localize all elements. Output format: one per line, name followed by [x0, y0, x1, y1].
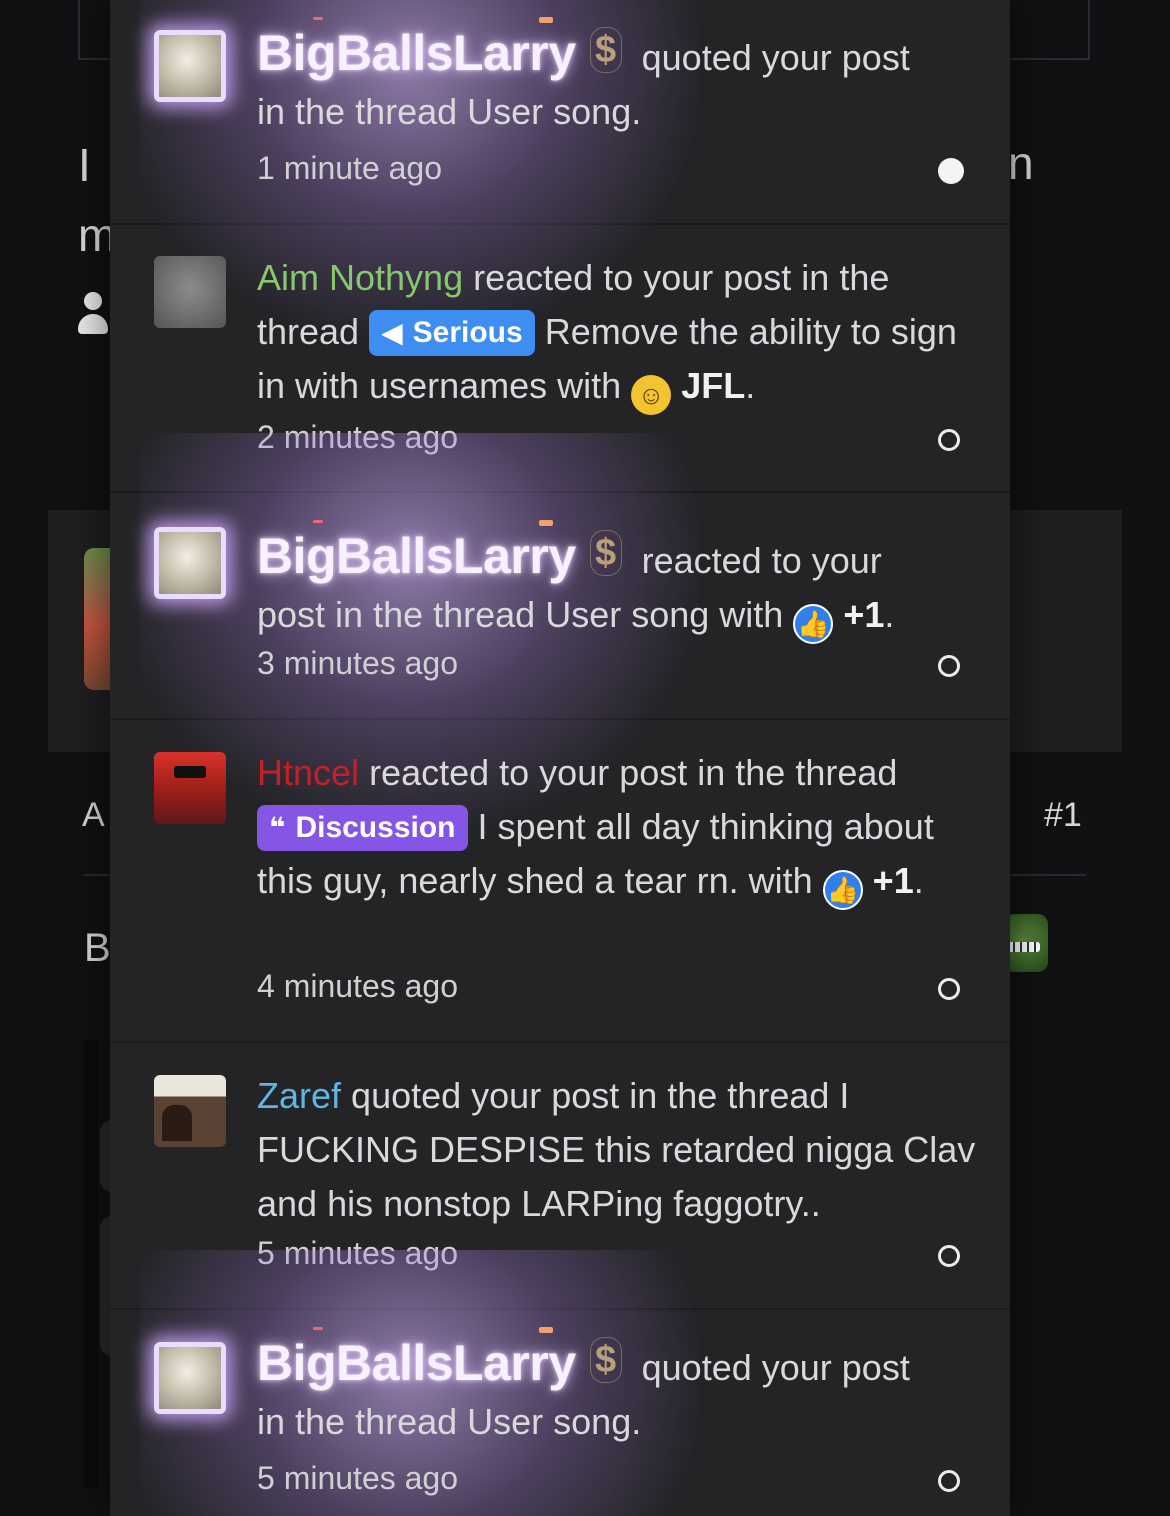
- notification-text: Htncel reacted to your post in the threa…: [257, 746, 977, 910]
- username-link[interactable]: BigBallsLarry: [257, 528, 576, 584]
- avatar[interactable]: [154, 527, 226, 599]
- background-title-fragment: n: [1008, 137, 1034, 189]
- background-title-fragment: I: [78, 139, 91, 191]
- notification-time: 5 minutes ago: [257, 1460, 459, 1496]
- notification-item[interactable]: BigBallsLarry $ reacted to your post in th…: [110, 433, 1010, 833]
- avatar[interactable]: [154, 752, 226, 824]
- thread-prefix-badge[interactable]: ◀ Serious: [369, 310, 535, 356]
- notification-text: Aim Nothyng reacted to your post in the …: [257, 251, 977, 415]
- notification-text: BigBallsLarry $ quoted your post in the th…: [257, 1336, 977, 1449]
- username-link[interactable]: BigBallsLarry: [257, 25, 576, 81]
- notification-item[interactable]: Aim Nothyng reacted to your post in the …: [110, 225, 1010, 493]
- pepe-emoji-icon: [1004, 914, 1048, 972]
- notification-time: 3 minutes ago: [257, 645, 459, 681]
- read-indicator-icon[interactable]: [938, 429, 960, 451]
- username-link[interactable]: Zaref: [257, 1075, 341, 1116]
- avatar[interactable]: [154, 256, 226, 328]
- notifications-popup[interactable]: BigBallsLarry $ quoted your post in the th…: [110, 0, 1010, 1516]
- dollar-badge-icon: $: [589, 27, 622, 73]
- notification-thread-link[interactable]: quoted your post in the thread I FUCKING…: [257, 1075, 975, 1224]
- notification-action: quoted your post: [641, 37, 910, 78]
- notification-action: reacted to your post in the thread: [369, 752, 898, 793]
- background-quote-bar: [84, 1040, 98, 1488]
- username-link[interactable]: Htncel: [257, 752, 359, 793]
- notification-with: with: [748, 860, 813, 901]
- username-link[interactable]: Aim Nothyng: [257, 257, 463, 298]
- background-post-number[interactable]: #1: [1044, 798, 1082, 832]
- avatar[interactable]: [154, 1075, 226, 1147]
- notification-item[interactable]: BigBallsLarry $ quoted your post in the th…: [110, 1250, 1010, 1516]
- notification-item[interactable]: Htncel reacted to your post in the threa…: [110, 720, 1010, 1043]
- read-indicator-icon[interactable]: [938, 1470, 960, 1492]
- avatar[interactable]: [154, 30, 226, 102]
- notification-time: 5 minutes ago: [257, 1235, 459, 1271]
- read-indicator-icon[interactable]: [938, 1245, 960, 1267]
- read-indicator-icon[interactable]: [938, 655, 960, 677]
- dollar-badge-icon: $: [589, 530, 622, 576]
- notification-item[interactable]: BigBallsLarry $ quoted your post in the th…: [110, 0, 1010, 340]
- user-icon: [76, 292, 110, 336]
- notification-thread-link[interactable]: Remove the ability to sign in with usern…: [257, 311, 957, 406]
- username-link[interactable]: BigBallsLarry: [257, 1335, 576, 1391]
- background-author-fragment: A: [82, 796, 105, 834]
- notification-thread-link[interactable]: post in the thread User song with: [257, 594, 783, 635]
- thumbs-up-icon: 👍: [822, 870, 863, 910]
- notification-action: reacted to your: [641, 540, 882, 581]
- thread-prefix-badge[interactable]: ❝ Discussion: [257, 805, 468, 851]
- reaction-label: +1: [872, 860, 914, 901]
- background-body-fragment: B: [84, 926, 111, 970]
- laughing-crying-icon: ☺: [631, 375, 672, 415]
- dollar-badge-icon: $: [589, 1337, 622, 1383]
- reaction-label: +1: [843, 594, 885, 635]
- notification-text: BigBallsLarry $ reacted to your post in th…: [257, 529, 977, 644]
- notification-time: 4 minutes ago: [257, 968, 459, 1004]
- unread-indicator-icon[interactable]: [938, 158, 964, 184]
- notification-thread-link[interactable]: in the thread User song.: [257, 91, 641, 132]
- megaphone-icon: ◀: [381, 317, 403, 348]
- notification-text: BigBallsLarry $ quoted your post in the th…: [257, 26, 977, 139]
- avatar[interactable]: [154, 1342, 226, 1414]
- notification-action: quoted your post: [641, 1347, 910, 1388]
- chat-bubbles-icon: ❝: [269, 812, 286, 843]
- thumbs-up-icon: 👍: [793, 604, 834, 644]
- notification-time: 2 minutes ago: [257, 419, 459, 455]
- notification-time: 1 minute ago: [257, 150, 443, 186]
- read-indicator-icon[interactable]: [938, 978, 960, 1000]
- notification-item[interactable]: Zaref quoted your post in the thread I F…: [110, 1043, 1010, 1310]
- reaction-label: JFL: [681, 365, 746, 406]
- notification-text: Zaref quoted your post in the thread I F…: [257, 1069, 977, 1231]
- notification-thread-link[interactable]: in the thread User song.: [257, 1401, 641, 1442]
